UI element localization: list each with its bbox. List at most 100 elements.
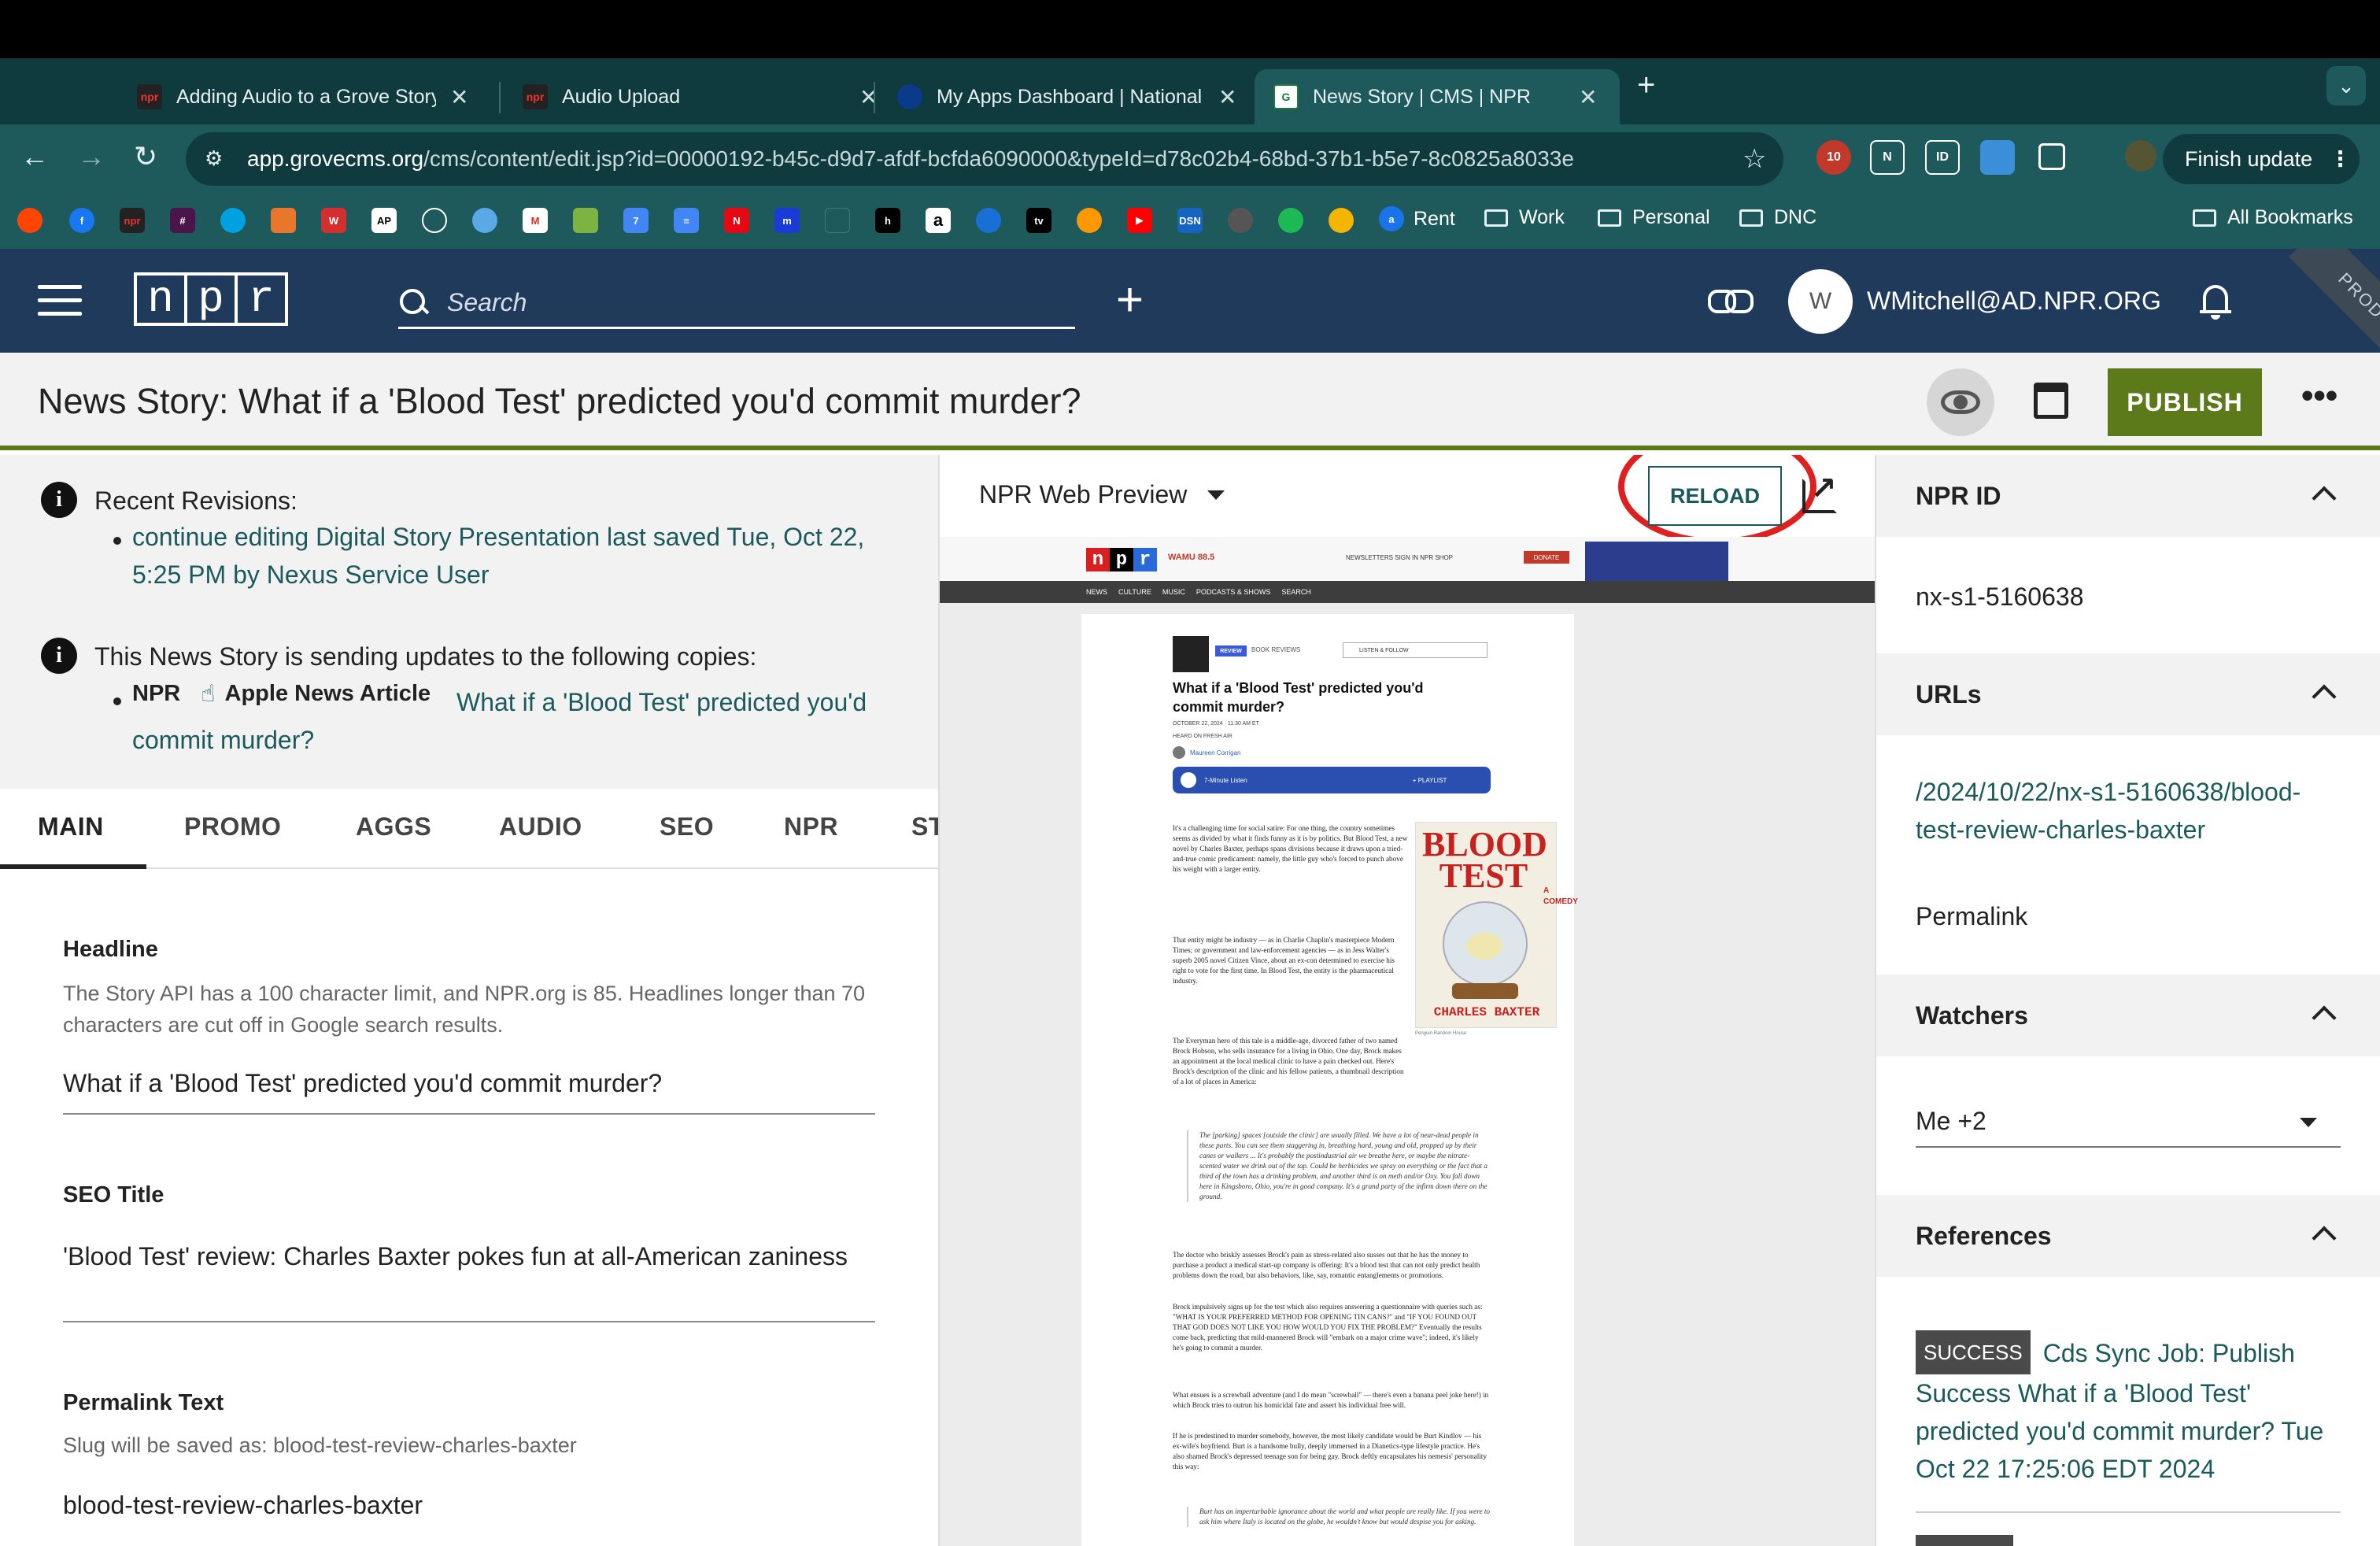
- youtube-bookmark-icon[interactable]: ▶: [1127, 208, 1152, 233]
- link-icon[interactable]: [1708, 283, 1754, 315]
- tab-seo[interactable]: SEO: [660, 812, 714, 841]
- dsn-bookmark-icon[interactable]: DSN: [1177, 208, 1203, 233]
- seo-title-field[interactable]: 'Blood Test' review: Charles Baxter poke…: [63, 1237, 874, 1275]
- puzzle-extensions-icon[interactable]: [2038, 143, 2065, 170]
- appletv-bookmark-icon[interactable]: tv: [1026, 208, 1051, 233]
- ap-bookmark-icon[interactable]: AP: [371, 208, 397, 233]
- user-email[interactable]: WMitchell@AD.NPR.ORG: [1867, 287, 2161, 316]
- gmail-bookmark-icon[interactable]: M: [523, 208, 548, 233]
- bookmark-icon[interactable]: [1077, 208, 1102, 233]
- forward-arrow-icon[interactable]: →: [77, 140, 105, 173]
- netflix-bookmark-icon[interactable]: N: [724, 208, 749, 233]
- reload-icon[interactable]: ↻: [134, 140, 157, 173]
- preview-nav: NEWS CULTURE MUSIC PODCASTS & SHOWS SEAR…: [940, 581, 1875, 603]
- schedule-calendar-icon[interactable]: [2034, 383, 2068, 419]
- close-icon[interactable]: ✕: [450, 84, 468, 110]
- bookmark-icon[interactable]: [976, 208, 1001, 233]
- bookmark-icon[interactable]: [1278, 208, 1303, 233]
- bookmark-folder-work[interactable]: Work: [1484, 206, 1565, 229]
- new-tab-plus-icon[interactable]: +: [1637, 68, 1655, 103]
- amazon-bookmark-icon[interactable]: a: [926, 208, 951, 233]
- browser-tab[interactable]: npr Adding Audio to a Grove Story ✕: [118, 69, 487, 124]
- npr-logo[interactable]: n p r: [134, 272, 288, 326]
- slack-bookmark-icon[interactable]: #: [170, 208, 195, 233]
- more-options-kebab-icon[interactable]: •••: [2301, 376, 2338, 416]
- reddit-bookmark-icon[interactable]: [17, 208, 42, 233]
- accordion-watchers[interactable]: Watchers: [1876, 975, 2380, 1056]
- preview-paragraph: If he is predestined to murder somebody,…: [1173, 1432, 1487, 1470]
- site-settings-icon[interactable]: ⚙: [205, 146, 228, 170]
- bookmark-label: Rent: [1414, 207, 1455, 230]
- permalink-help: Slug will be saved as: blood-test-review…: [63, 1433, 577, 1457]
- hamburger-menu-icon[interactable]: [38, 285, 82, 316]
- user-avatar[interactable]: W: [1788, 269, 1853, 334]
- browser-tab[interactable]: My Apps Dashboard | National Public Radi…: [878, 69, 1255, 124]
- permalink-label: Permalink Text: [63, 1390, 224, 1415]
- extension-badge-icon[interactable]: 10: [1816, 140, 1851, 175]
- bookmark-icon[interactable]: [472, 208, 497, 233]
- tab-search-chevron-icon[interactable]: ⌄: [2326, 66, 2366, 105]
- bookmark-icon[interactable]: m: [774, 208, 800, 233]
- bookmark-icon[interactable]: [1329, 208, 1354, 233]
- photos-extension-icon[interactable]: [1980, 140, 2015, 175]
- accordion-references[interactable]: References: [1876, 1195, 2380, 1277]
- cover-title: BLOOD TEST: [1422, 825, 1547, 895]
- close-icon[interactable]: ✕: [1579, 84, 1597, 110]
- bookmark-rent[interactable]: a Rent: [1379, 206, 1455, 231]
- profile-avatar-icon[interactable]: [2125, 140, 2156, 172]
- docs-bookmark-icon[interactable]: ≡: [674, 208, 699, 233]
- tab-aggs[interactable]: AGGS: [356, 812, 431, 841]
- search-input[interactable]: [447, 288, 1045, 317]
- revision-link[interactable]: continue editing Digital Story Presentat…: [132, 518, 888, 594]
- globe-bookmark-icon[interactable]: [422, 208, 447, 233]
- create-content-plus-icon[interactable]: +: [1116, 272, 1144, 327]
- npr-bookmark-icon[interactable]: npr: [120, 208, 145, 233]
- url-text[interactable]: app.grovecms.org/cms/content/edit.jsp?id…: [247, 146, 1574, 172]
- back-arrow-icon[interactable]: ←: [20, 140, 49, 173]
- open-external-icon[interactable]: [1802, 471, 1837, 513]
- accordion-urls[interactable]: URLs: [1876, 653, 2380, 735]
- bookmark-icon[interactable]: [1228, 208, 1253, 233]
- bookmark-folder-dnc[interactable]: DNC: [1739, 206, 1816, 229]
- watchers-dropdown[interactable]: Me +2: [1916, 1096, 2341, 1148]
- copies-heading: This News Story is sending updates to th…: [94, 642, 757, 671]
- address-bar[interactable]: ⚙ app.grovecms.org/cms/content/edit.jsp?…: [186, 132, 1783, 186]
- headline-field[interactable]: What if a 'Blood Test' predicted you'd c…: [63, 1064, 874, 1102]
- preview-type-dropdown[interactable]: NPR Web Preview: [979, 480, 1225, 509]
- notion-extension-icon[interactable]: N: [1870, 140, 1905, 175]
- tab-st[interactable]: ST: [911, 812, 938, 841]
- accordion-npr-id[interactable]: NPR ID: [1876, 455, 2380, 537]
- bookmark-icon[interactable]: h: [875, 208, 900, 233]
- reference-item[interactable]: SUCCESS Cds Sync Job: Publish Success Wha…: [1916, 1330, 2341, 1488]
- bookmark-icon[interactable]: [271, 208, 296, 233]
- chevron-up-icon: [2312, 1005, 2337, 1030]
- permalink-field[interactable]: blood-test-review-charles-baxter: [63, 1486, 874, 1524]
- tab-npr[interactable]: NPR: [784, 812, 838, 841]
- permalink-url-link[interactable]: /2024/10/22/nx-s1-5160638/blood-test-rev…: [1916, 773, 2341, 849]
- reload-button[interactable]: RELOAD: [1648, 466, 1782, 526]
- copy-link-text[interactable]: What if a 'Blood Test' predicted you'd c…: [132, 683, 927, 759]
- salesforce-bookmark-icon[interactable]: [220, 208, 246, 233]
- all-bookmarks[interactable]: All Bookmarks: [2193, 206, 2353, 229]
- preview-npr-logo: n p r: [1086, 548, 1157, 571]
- preview-quote: Burt has an imperturbable ignorance abou…: [1187, 1507, 1491, 1527]
- bookmark-folder-personal[interactable]: Personal: [1598, 206, 1710, 229]
- tab-promo[interactable]: PROMO: [184, 812, 281, 841]
- facebook-bookmark-icon[interactable]: f: [69, 208, 94, 233]
- close-icon[interactable]: ✕: [1218, 84, 1236, 110]
- bookmark-icon[interactable]: W: [321, 208, 346, 233]
- publish-button[interactable]: PUBLISH: [2108, 368, 2262, 436]
- bookmark-icon[interactable]: [573, 208, 598, 233]
- bookmark-star-icon[interactable]: ☆: [1743, 143, 1766, 175]
- finish-update-button[interactable]: Finish update ⋮: [2163, 134, 2360, 184]
- bookmark-icon[interactable]: [825, 208, 850, 233]
- preview-eye-button[interactable]: [1927, 368, 1994, 436]
- tab-main[interactable]: MAIN: [38, 812, 104, 841]
- browser-tab-active[interactable]: G News Story | CMS | NPR ✕: [1255, 69, 1620, 124]
- browser-tab[interactable]: npr Audio Upload ✕: [504, 69, 896, 124]
- tab-audio[interactable]: AUDIO: [499, 812, 582, 841]
- preview-paragraph: It's a challenging time for social satir…: [1173, 824, 1408, 873]
- calendar-bookmark-icon[interactable]: 7: [623, 208, 649, 233]
- id-extension-icon[interactable]: ID: [1925, 140, 1960, 175]
- notifications-bell-icon[interactable]: [2200, 282, 2231, 320]
